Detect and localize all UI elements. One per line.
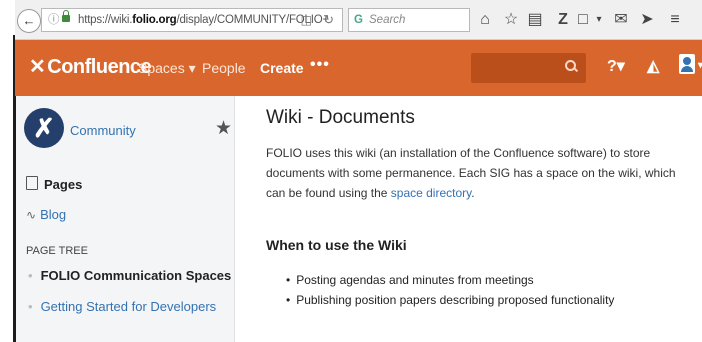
send-icon[interactable]: ➤ bbox=[637, 9, 657, 31]
page-tree-item[interactable]: • Getting Started for Developers bbox=[28, 299, 216, 314]
mail-icon[interactable]: ✉ bbox=[611, 9, 631, 31]
menu-icon[interactable]: ≡ bbox=[665, 9, 685, 31]
page-title: Wiki - Documents bbox=[266, 107, 415, 128]
space-logo[interactable]: ✗ bbox=[24, 108, 64, 148]
usage-list: Posting agendas and minutes from meeting… bbox=[286, 270, 614, 310]
page-tree-item[interactable]: • FOLIO Communication Spaces bbox=[28, 268, 231, 283]
search-placeholder: Search bbox=[369, 14, 406, 26]
reload-icon[interactable]: ↻ bbox=[323, 9, 334, 31]
intro-paragraph: FOLIO uses this wiki (an installation of… bbox=[266, 146, 676, 200]
browser-search-input[interactable]: G Search bbox=[348, 8, 470, 32]
create-button[interactable]: Create bbox=[260, 60, 304, 76]
reader-icon[interactable]: ◫ bbox=[301, 9, 312, 31]
sidebar-item-blog[interactable]: ∿ Blog bbox=[26, 207, 66, 222]
more-icon[interactable]: ••• bbox=[310, 56, 330, 74]
notifications-icon[interactable]: ◭ bbox=[647, 56, 659, 76]
chevron-down-icon[interactable]: ▾ bbox=[593, 9, 605, 31]
search-engine-icon[interactable]: G bbox=[354, 9, 363, 31]
header-search-input[interactable] bbox=[471, 53, 586, 83]
confluence-logo[interactable]: ✕ Confluence bbox=[29, 54, 152, 79]
rss-icon: ∿ bbox=[26, 208, 37, 222]
people-link[interactable]: People bbox=[202, 60, 246, 76]
list-item: Posting agendas and minutes from meeting… bbox=[286, 270, 614, 290]
section-heading: When to use the Wiki bbox=[266, 237, 407, 253]
space-directory-link[interactable]: space directory bbox=[391, 186, 471, 200]
confluence-logo-icon: ✕ bbox=[29, 56, 46, 78]
browser-toolbar: ← ⓘ https://wiki.folio.org/display/COMMU… bbox=[15, 0, 702, 40]
list-item: Publishing position papers describing pr… bbox=[286, 290, 614, 310]
lock-icon[interactable] bbox=[62, 10, 70, 22]
space-name-link[interactable]: Community bbox=[70, 123, 136, 138]
zotero-icon[interactable]: Z bbox=[553, 9, 573, 31]
home-icon[interactable]: ⌂ bbox=[475, 9, 495, 31]
info-icon[interactable]: ⓘ bbox=[48, 9, 60, 31]
confluence-header: ✕ Confluence Spaces ▾ People Create ••• ?… bbox=[15, 40, 702, 96]
chevron-down-icon[interactable]: ▾ bbox=[698, 60, 702, 71]
reading-list-icon[interactable]: ▤ bbox=[525, 9, 545, 31]
url-text: https://wiki.folio.org/display/COMMUNITY… bbox=[78, 14, 329, 26]
pocket-icon[interactable]: □ bbox=[573, 9, 593, 31]
space-sidebar: ✗ Community ★ Pages ∿ Blog PAGE TREE • FOL… bbox=[16, 96, 235, 342]
page-tree-heading: PAGE TREE bbox=[26, 245, 88, 257]
bookmark-star-icon[interactable]: ☆ bbox=[501, 9, 521, 31]
user-avatar[interactable] bbox=[679, 54, 695, 74]
address-bar[interactable]: ⓘ https://wiki.folio.org/display/COMMUNI… bbox=[41, 8, 343, 32]
spaces-menu[interactable]: Spaces ▾ bbox=[138, 60, 196, 77]
pages-icon bbox=[26, 176, 38, 190]
favourite-star-icon[interactable]: ★ bbox=[215, 117, 232, 140]
search-icon bbox=[565, 60, 576, 71]
sidebar-item-pages[interactable]: Pages bbox=[26, 176, 82, 192]
help-icon[interactable]: ?▾ bbox=[607, 56, 625, 76]
back-arrow-icon[interactable]: ← bbox=[17, 9, 41, 33]
